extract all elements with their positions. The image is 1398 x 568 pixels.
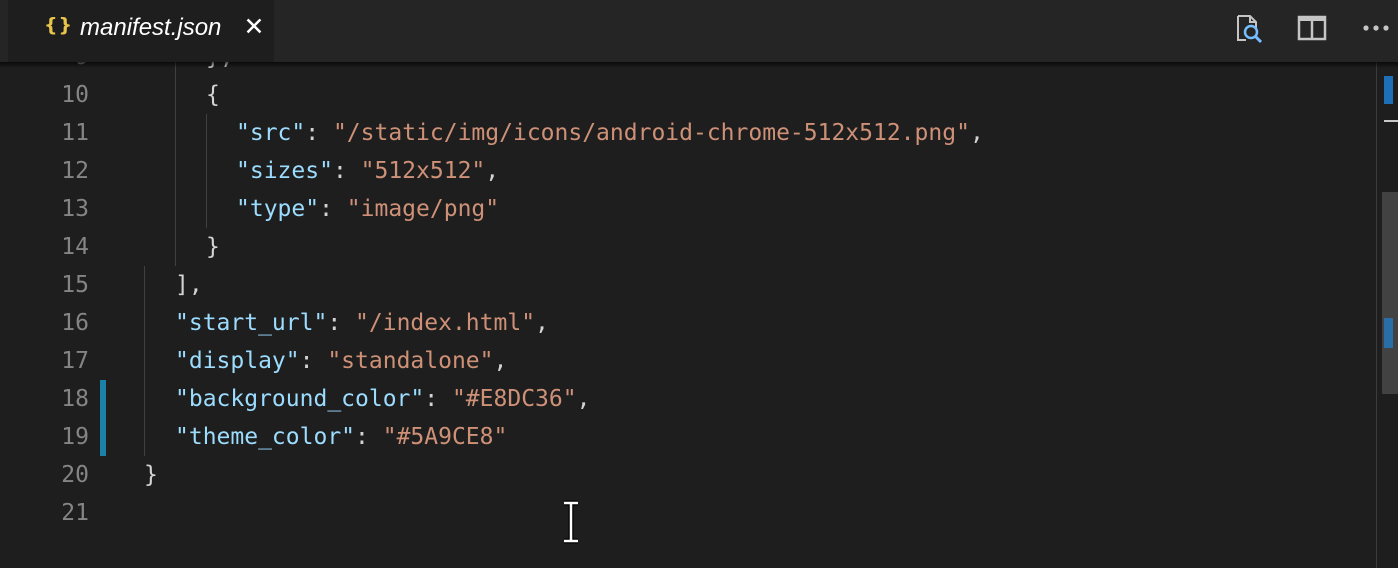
indent-guide (175, 76, 176, 114)
overview-ruler (1376, 62, 1377, 568)
overview-marker (1384, 318, 1393, 348)
json-key: "start_url" (175, 310, 328, 336)
json-key: "background_color" (175, 386, 425, 412)
code-text: "start_url": "/index.html", (175, 304, 549, 342)
json-string: "image/png" (346, 196, 500, 222)
code-line[interactable]: 19 "theme_color": "#5A9CE8" (0, 418, 1370, 456)
json-punctuation: : (319, 196, 347, 222)
json-key: "theme_color" (175, 424, 356, 450)
indent-guide (144, 266, 145, 304)
tab-label: manifest.json (80, 14, 222, 41)
json-punctuation: : (305, 120, 333, 146)
json-punctuation: : (327, 310, 356, 336)
code-text: "sizes": "512x512", (236, 152, 499, 190)
code-text: "type": "image/png" (236, 190, 499, 228)
more-actions-icon[interactable] (1360, 12, 1394, 44)
json-punctuation: , (493, 348, 508, 374)
json-key: "display" (175, 348, 300, 374)
json-string: "512x512" (360, 158, 486, 184)
indent-guide (206, 114, 207, 152)
json-punctuation: } (144, 462, 158, 488)
json-punctuation: , (485, 158, 500, 184)
code-line[interactable]: 17 "display": "standalone", (0, 342, 1370, 380)
json-string: "#E8DC36" (451, 386, 577, 412)
split-editor-icon[interactable] (1296, 12, 1328, 44)
tab-bar-shadow (0, 62, 1398, 68)
code-line[interactable]: 15], (0, 266, 1370, 304)
code-line[interactable]: 12 "sizes": "512x512", (0, 152, 1370, 190)
json-key: "sizes" (236, 158, 333, 184)
json-punctuation: : (299, 348, 328, 374)
scrollbar-thumb[interactable] (1382, 192, 1398, 394)
code-text: "display": "standalone", (175, 342, 507, 380)
indent-guide (144, 380, 145, 418)
close-icon[interactable]: ✕ (240, 12, 268, 42)
json-string: "#5A9CE8" (382, 424, 508, 450)
modified-line-marker[interactable] (100, 418, 106, 456)
indent-guide (206, 190, 207, 228)
line-number: 10 (61, 82, 89, 108)
code-lines: 9},10{11"src": "/static/img/icons/androi… (0, 62, 1370, 532)
code-text: { (206, 76, 220, 114)
json-punctuation: : (424, 386, 452, 412)
json-key: "src" (236, 120, 306, 146)
line-number: 21 (61, 500, 89, 526)
json-file-icon: {} (44, 14, 74, 36)
line-number: 17 (61, 348, 89, 374)
json-punctuation: } (206, 234, 220, 260)
indent-guide (144, 342, 145, 380)
line-number: 13 (61, 196, 89, 222)
code-text: } (206, 228, 220, 266)
json-string: "/index.html" (355, 310, 536, 336)
json-punctuation: : (355, 424, 383, 450)
overview-marker (1384, 76, 1393, 104)
line-number: 14 (61, 234, 89, 260)
indent-guide (144, 418, 145, 456)
tab-bar: {} manifest.json ✕ (0, 0, 1398, 62)
modified-line-marker[interactable] (100, 380, 106, 418)
cursor-position-marker (1384, 120, 1398, 122)
line-number: 15 (61, 272, 89, 298)
code-text: "src": "/static/img/icons/android-chrome… (236, 114, 984, 152)
json-punctuation: ], (175, 272, 203, 298)
code-text: } (144, 456, 158, 494)
indent-guide (175, 190, 176, 228)
open-preview-icon[interactable] (1232, 12, 1264, 44)
code-line[interactable]: 10 { (0, 76, 1370, 114)
line-number: 12 (61, 158, 89, 184)
code-line[interactable]: 20} (0, 456, 1370, 494)
json-string: "/static/img/icons/android-chrome-512x51… (332, 120, 970, 146)
code-line[interactable]: 18 "background_color": "#E8DC36", (0, 380, 1370, 418)
code-line[interactable]: 14} (0, 228, 1370, 266)
code-line[interactable]: 16 "start_url": "/index.html", (0, 304, 1370, 342)
editor-window: {} manifest.json ✕ 10 {11 "src": "/stat… (0, 0, 1398, 568)
line-number: 11 (61, 120, 89, 146)
code-text: ], (175, 266, 203, 304)
line-number: 16 (61, 310, 89, 336)
indent-guide (206, 152, 207, 190)
json-punctuation: , (969, 120, 984, 146)
line-number: 18 (61, 386, 89, 412)
json-punctuation: , (576, 386, 591, 412)
tab-manifest-json[interactable]: {} manifest.json ✕ (8, 0, 274, 62)
indent-guide (144, 304, 145, 342)
indent-guide (175, 152, 176, 190)
json-punctuation: : (332, 158, 361, 184)
indent-guide (175, 228, 176, 266)
line-number: 20 (61, 462, 89, 488)
json-punctuation: { (206, 82, 220, 108)
json-punctuation: , (535, 310, 549, 336)
line-number: 19 (61, 424, 89, 450)
code-editor[interactable]: 9},10{11"src": "/static/img/icons/androi… (0, 62, 1398, 568)
text-cursor-icon (558, 500, 584, 544)
code-line[interactable]: 11 "src": "/static/img/icons/android-chro… (0, 114, 1370, 152)
indent-guide (175, 114, 176, 152)
code-text: "theme_color": "#5A9CE8" (175, 418, 507, 456)
code-text: "background_color": "#E8DC36", (175, 380, 590, 418)
code-line[interactable]: 13 "type": "image/png" (0, 190, 1370, 228)
json-string: "standalone" (327, 348, 494, 374)
code-line[interactable]: 21 (0, 494, 1370, 532)
json-key: "type" (236, 196, 320, 222)
